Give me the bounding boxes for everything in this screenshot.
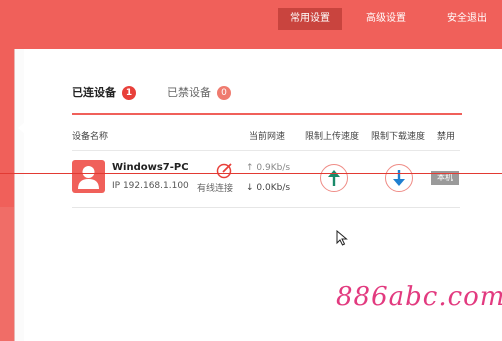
device-name: Windows7-PC: [112, 162, 189, 173]
header-device-name: 设备名称: [72, 132, 109, 142]
header-divider: [72, 150, 460, 151]
header-ban: 禁用: [437, 132, 456, 142]
device-ip: IP 192.168.1.100: [112, 181, 189, 191]
header-current-speed: 当前网速: [249, 132, 286, 142]
current-download-speed: ↓ 0.0Kb/s: [246, 183, 291, 193]
tabs-underline: [72, 113, 462, 115]
download-limit-button[interactable]: [385, 164, 413, 192]
watermark-text: 886abc.com: [336, 282, 502, 312]
tab-connected-devices[interactable]: 已连设备 1: [72, 84, 136, 102]
edit-icon[interactable]: [216, 162, 233, 179]
current-upload-speed: ↑ 0.9Kb/s: [246, 163, 291, 173]
tab-blocked-devices[interactable]: 已禁设备 0: [167, 84, 231, 102]
tab-blocked-label: 已禁设备: [167, 86, 211, 99]
mouse-cursor-icon: [336, 229, 348, 250]
header-upload-limit: 限制上传速度: [305, 132, 360, 142]
red-guide-line: [0, 173, 502, 174]
tab-connected-label: 已连设备: [72, 86, 116, 99]
nav-common-settings[interactable]: 常用设置: [278, 8, 342, 30]
connection-type: 有线连接: [197, 184, 234, 194]
header-download-limit: 限制下载速度: [371, 132, 426, 142]
device-avatar-icon: [72, 160, 105, 193]
panel-pointer-icon: [18, 122, 25, 134]
watermark: 886abc.com: [330, 262, 502, 341]
left-rail-band: [0, 207, 14, 341]
left-panel-edge: [14, 49, 24, 341]
row-divider: [72, 207, 460, 208]
connected-count-badge: 1: [122, 86, 136, 100]
device-tabs: 已连设备 1 已禁设备 0: [72, 80, 462, 116]
top-bar: 常用设置 高级设置 安全退出: [0, 0, 502, 49]
blocked-count-badge: 0: [217, 86, 231, 100]
upload-limit-button[interactable]: [320, 164, 348, 192]
nav-security-exit[interactable]: 安全退出: [436, 8, 498, 30]
nav-advanced-settings[interactable]: 高级设置: [358, 8, 414, 30]
